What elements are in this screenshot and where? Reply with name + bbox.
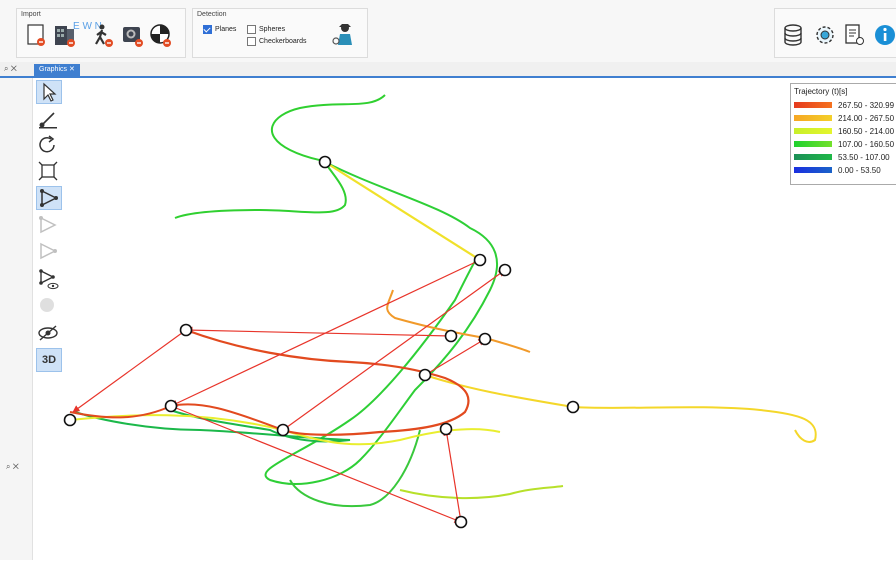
link-arrow-6 xyxy=(443,428,462,523)
legend-label: 0.00 - 53.50 xyxy=(838,165,881,175)
tools-group xyxy=(774,8,896,58)
legend-swatch xyxy=(794,167,832,173)
legend-row: 107.00 - 160.50 xyxy=(794,139,894,149)
waypoint-marker xyxy=(439,422,453,436)
link-arrow-4 xyxy=(282,269,506,431)
tab-close-icon[interactable]: ✕ xyxy=(69,66,75,73)
legend-row: 0.00 - 53.50 xyxy=(794,165,881,175)
legend-label: 214.00 - 267.50 xyxy=(838,113,895,123)
legend-swatch xyxy=(794,141,832,147)
waypoint-marker xyxy=(179,323,193,337)
legend-swatch xyxy=(794,154,832,160)
document-tabbar: ⌕ ✕ Graphics ✕ xyxy=(0,62,896,78)
detection-group-title: Detection xyxy=(197,11,227,18)
checkerboards-checkbox-box[interactable] xyxy=(247,37,256,46)
trajectory-tool-icon[interactable] xyxy=(36,186,62,210)
planes-label: Planes xyxy=(215,26,237,33)
report-icon[interactable] xyxy=(843,23,867,47)
view-3d-button[interactable]: 3D xyxy=(36,348,62,372)
legend-label: 267.50 - 320.99 xyxy=(838,100,895,110)
planes-checkbox[interactable]: Planes xyxy=(203,25,236,34)
trajectory-green-upper xyxy=(174,94,386,219)
legend-row: 53.50 - 107.00 xyxy=(794,152,890,162)
waypoint-marker xyxy=(478,332,492,346)
left-dock-panel: ⌕ ✕ xyxy=(0,78,33,560)
legend-label: 160.50 - 214.00 xyxy=(838,126,895,136)
line-tool-icon[interactable] xyxy=(36,108,60,130)
sphere-disabled-icon xyxy=(36,294,60,316)
inspector-icon[interactable] xyxy=(331,21,355,45)
link-arrow-1 xyxy=(185,326,452,337)
rotate-icon[interactable] xyxy=(36,134,60,156)
tab-graphics-label: Graphics xyxy=(39,66,68,73)
waypoint-marker xyxy=(276,423,290,437)
import-group: Import E W N xyxy=(16,8,186,58)
legend-row: 214.00 - 267.50 xyxy=(794,113,894,123)
waypoint-marker xyxy=(444,329,458,343)
detection-group: Detection Planes Spheres Checkerboards xyxy=(192,8,368,58)
link-arrow-3 xyxy=(170,259,481,407)
lower-pin-close-controls[interactable]: ⌕ ✕ xyxy=(6,462,19,472)
trajectory-disabled-2-icon xyxy=(36,240,60,262)
legend-swatch xyxy=(794,115,832,121)
spheres-checkbox[interactable]: Spheres xyxy=(247,25,285,34)
trajectory-orange-segment xyxy=(386,289,531,353)
link-arrow-5 xyxy=(170,405,462,523)
waypoint-marker xyxy=(473,253,487,267)
graphics-viewport[interactable] xyxy=(62,78,896,560)
new-file-icon[interactable] xyxy=(25,23,49,47)
waypoint-marker xyxy=(418,368,432,382)
checkerboards-checkbox[interactable]: Checkerboards xyxy=(247,37,306,46)
legend-swatch xyxy=(794,102,832,108)
info-icon[interactable] xyxy=(873,23,896,47)
legend-label: 53.50 - 107.00 xyxy=(838,152,890,162)
waypoint-marker xyxy=(566,400,580,414)
settings-gear-icon[interactable] xyxy=(813,23,837,47)
trajectory-disabled-icon xyxy=(36,214,60,236)
link-arrow-2 xyxy=(72,329,187,413)
trajectory-yellow-segment-2 xyxy=(424,374,817,443)
waypoint-marker xyxy=(164,399,178,413)
database-icon[interactable] xyxy=(781,23,805,47)
box-tool-icon[interactable] xyxy=(36,160,60,182)
legend-title: Trajectory (t)[s] xyxy=(794,87,848,96)
eye-off-icon[interactable] xyxy=(36,322,60,344)
target-import-icon[interactable] xyxy=(149,23,173,47)
pin-close-controls[interactable]: ⌕ ✕ xyxy=(4,64,17,74)
trajectory-plot xyxy=(63,94,817,529)
legend-label: 107.00 - 160.50 xyxy=(838,139,895,149)
legend-row: 160.50 - 214.00 xyxy=(794,126,894,136)
spheres-checkbox-box[interactable] xyxy=(247,25,256,34)
left-tool-strip xyxy=(34,78,62,378)
legend-row: 267.50 - 320.99 xyxy=(794,100,894,110)
planes-checkbox-box[interactable] xyxy=(203,25,212,34)
trajectory-yellow-segment-1 xyxy=(324,161,481,261)
waypoint-marker xyxy=(318,155,332,169)
trajectory-lime-segment xyxy=(399,485,564,500)
spheres-label: Spheres xyxy=(259,26,286,33)
legend-swatch xyxy=(794,128,832,134)
camera-import-icon[interactable] xyxy=(121,23,145,47)
select-arrow-icon[interactable] xyxy=(36,80,62,104)
waypoint-marker xyxy=(498,263,512,277)
checkerboards-label: Checkerboards xyxy=(259,38,307,45)
waypoint-marker xyxy=(63,413,77,427)
tab-graphics[interactable]: Graphics ✕ xyxy=(34,64,80,76)
trajectory-legend: Trajectory (t)[s] 267.50 - 320.99 214.00… xyxy=(790,83,896,185)
walker-import-icon[interactable] xyxy=(91,23,115,47)
ribbon-toolbar: Import E W N Detection Planes Spheres Ch… xyxy=(0,0,896,63)
import-group-title: Import xyxy=(21,11,41,18)
waypoint-marker xyxy=(454,515,468,529)
trajectory-visibility-icon[interactable] xyxy=(36,268,60,290)
